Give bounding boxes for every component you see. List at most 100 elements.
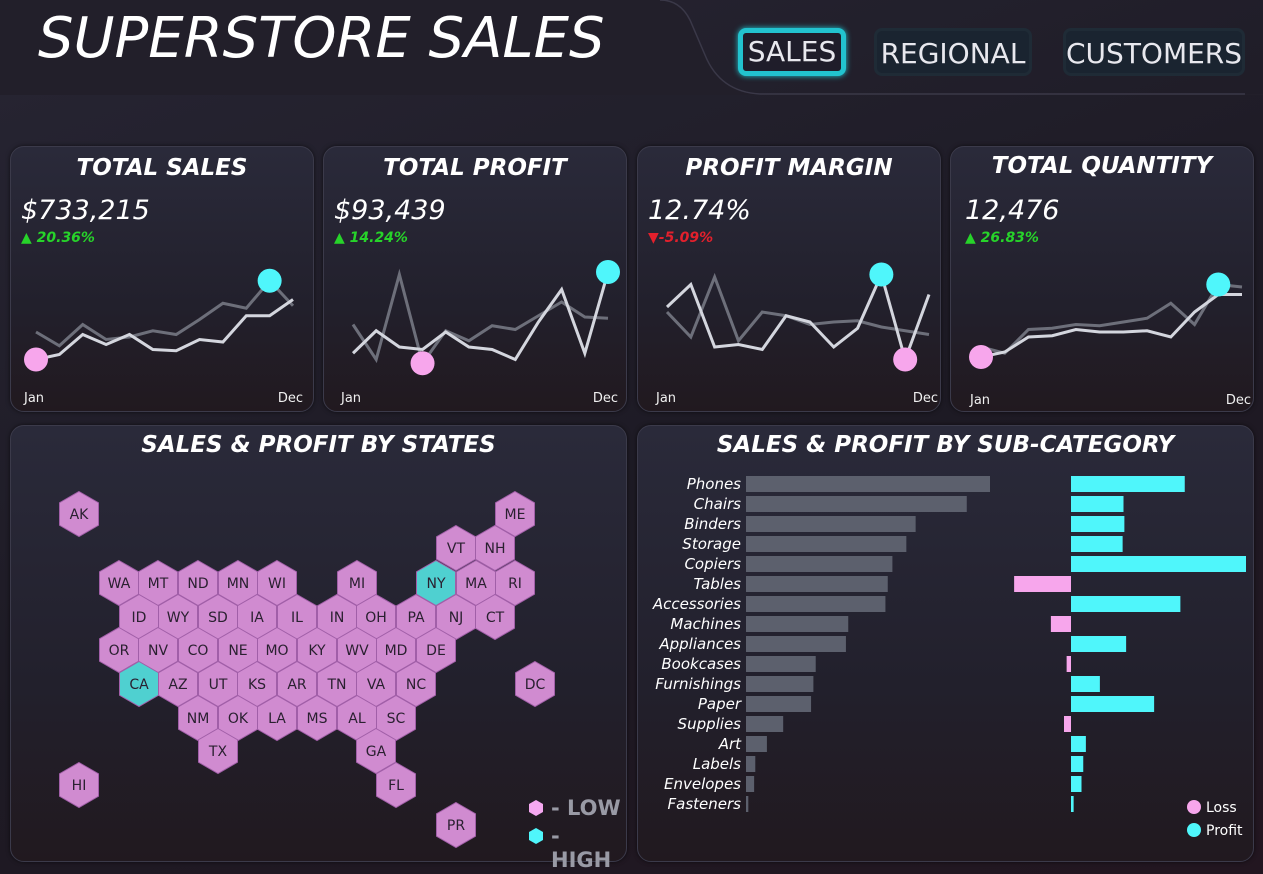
min-marker	[893, 347, 918, 372]
sales-bar	[746, 596, 886, 612]
max-marker	[869, 262, 894, 287]
profit-bar	[1071, 756, 1084, 772]
state-label: IN	[330, 610, 345, 626]
sales-bar	[746, 656, 816, 672]
loss-legend-swatch	[1187, 800, 1201, 814]
state-label: ME	[505, 507, 526, 523]
category-label: Fasteners	[668, 795, 742, 813]
state-label: MI	[349, 576, 365, 592]
profit-bar	[1071, 696, 1155, 712]
subcategory-bar-chart: Phones Chairs Binders Storage Copiers Tables A…	[652, 475, 1246, 839]
nav-sales-button[interactable]: SALES	[738, 28, 846, 76]
sales-bar	[746, 716, 784, 732]
previous-year-line	[35, 278, 295, 348]
sparkline-chart	[665, 262, 931, 372]
state-hex-pr[interactable]: PR	[436, 801, 476, 849]
state-label: UT	[209, 677, 228, 693]
sales-bar	[746, 696, 812, 712]
nav-customers-button[interactable]: CUSTOMERS	[1063, 28, 1245, 76]
max-marker	[257, 268, 282, 293]
profit-bar	[1071, 596, 1181, 612]
min-marker	[969, 345, 993, 369]
sales-bar	[746, 576, 888, 592]
loss-bar	[1066, 656, 1071, 672]
category-label: Labels	[693, 755, 741, 773]
legend-high-label: - HIGH	[551, 824, 612, 872]
profit-bar	[1071, 636, 1127, 652]
state-label: MD	[385, 643, 408, 659]
axis-end-label: Dec	[1225, 393, 1251, 408]
category-label: Art	[718, 735, 742, 753]
category-label: Paper	[698, 695, 742, 713]
state-label: WI	[268, 576, 286, 592]
state-label: MA	[465, 576, 487, 592]
current-year-line	[351, 271, 610, 362]
category-label: Copiers	[684, 555, 741, 573]
state-label: SC	[387, 711, 406, 727]
state-label: SD	[208, 610, 228, 626]
current-year-line	[980, 293, 1242, 359]
loss-bar	[1064, 716, 1071, 732]
profit-bar	[1071, 516, 1125, 532]
min-marker	[410, 351, 435, 376]
state-label: HI	[72, 778, 87, 794]
state-label: GA	[366, 744, 387, 760]
current-year-line	[35, 298, 294, 361]
state-label: OK	[228, 711, 249, 727]
page-title: SUPERSTORE SALES	[38, 6, 605, 71]
axis-end-label: Dec	[912, 391, 938, 406]
category-label: Binders	[684, 515, 741, 533]
sales-bar	[746, 756, 756, 772]
axis-start-label: Jan	[341, 391, 362, 406]
state-label: ID	[132, 610, 147, 626]
kpi-card-total-quantity: TOTAL QUANTITY 12,476 ▲ 26.83% Jan Dec	[950, 146, 1254, 412]
profit-bar	[1071, 556, 1246, 572]
loss-bar	[1050, 616, 1071, 632]
state-label: DC	[525, 677, 546, 693]
sales-bar	[746, 676, 814, 692]
state-label: AL	[348, 711, 366, 727]
state-label: MO	[265, 643, 288, 659]
sales-bar	[746, 616, 849, 632]
category-label: Phones	[687, 475, 741, 493]
sparkline-chart	[969, 272, 1243, 369]
state-label: PR	[447, 818, 465, 834]
state-label: CT	[486, 610, 505, 626]
max-marker	[596, 260, 620, 284]
previous-year-line	[351, 268, 609, 367]
state-hex-dc[interactable]: DC	[515, 660, 555, 708]
sales-bar	[746, 496, 967, 512]
state-hex-hi[interactable]: HI	[59, 761, 99, 809]
state-label: CO	[188, 643, 209, 659]
state-label: NM	[187, 711, 210, 727]
state-label: IL	[291, 610, 303, 626]
state-label: WA	[108, 576, 131, 592]
min-marker	[24, 347, 48, 372]
current-year-line	[665, 270, 931, 365]
nav-regional-button[interactable]: REGIONAL	[874, 28, 1032, 76]
kpi-card-profit-margin: PROFIT MARGIN 12.74% ▼-5.09% Jan Dec	[637, 146, 941, 412]
legend-label: Profit	[1206, 823, 1243, 839]
sales-bar	[746, 556, 893, 572]
kpi-card-total-profit: TOTAL PROFIT $93,439 ▲ 14.24% Jan Dec	[323, 146, 627, 412]
state-label: KY	[308, 643, 326, 659]
state-label: WY	[167, 610, 190, 626]
category-label: Bookcases	[661, 655, 741, 673]
state-label: NV	[148, 643, 168, 659]
profit-bar	[1071, 796, 1074, 812]
sales-bar	[746, 776, 755, 792]
sales-bar	[746, 796, 749, 812]
state-label: NJ	[449, 610, 464, 626]
subcategory-panel: SALES & PROFIT BY SUB-CATEGORY Phones Cha…	[637, 425, 1254, 862]
category-label: Chairs	[694, 495, 742, 513]
profit-bar	[1071, 496, 1124, 512]
state-label: OH	[365, 610, 387, 626]
state-label: NE	[228, 643, 247, 659]
profit-bar	[1071, 536, 1123, 552]
state-label: CA	[129, 677, 149, 693]
sales-bar	[746, 476, 990, 492]
state-label: VA	[367, 677, 386, 693]
state-hex-ak[interactable]: AK	[59, 490, 99, 538]
state-label: FL	[388, 778, 404, 794]
sales-bar	[746, 516, 916, 532]
